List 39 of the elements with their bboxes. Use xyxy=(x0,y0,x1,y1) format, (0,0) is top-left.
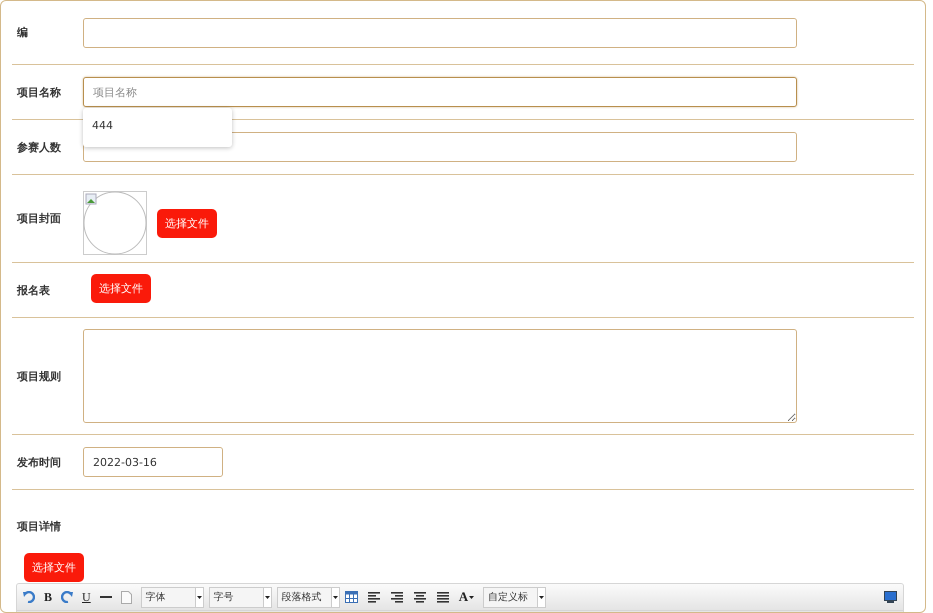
field-label: 报名表 xyxy=(16,282,51,298)
field-label: 项目详情 xyxy=(16,519,62,534)
field-label: 项目规则 xyxy=(16,368,62,384)
monitor-icon[interactable] xyxy=(884,591,897,603)
undo-icon[interactable] xyxy=(23,591,35,603)
redo-icon[interactable] xyxy=(61,591,74,603)
date-field[interactable]: 2022-03-16 xyxy=(83,447,223,477)
caret-icon[interactable] xyxy=(332,596,338,598)
font-color-button[interactable]: A xyxy=(458,589,468,605)
toolbar-dropdown[interactable]: 字体 xyxy=(140,586,204,608)
underline-button[interactable]: U xyxy=(82,590,91,604)
justify-icon[interactable] xyxy=(436,592,450,602)
text-field[interactable] xyxy=(83,18,797,48)
toolbar-dropdown[interactable]: 段落格式 xyxy=(276,586,340,608)
align-center-icon[interactable] xyxy=(412,592,427,602)
textarea-field[interactable] xyxy=(83,329,797,423)
choose-file-button[interactable]: 选择文件 xyxy=(91,274,151,303)
caret-icon[interactable] xyxy=(469,596,474,598)
field-label: 参赛人数 xyxy=(16,140,62,154)
text-field[interactable]: 项目名称 xyxy=(83,77,797,107)
field-label: 发布时间 xyxy=(16,454,62,470)
caret-icon[interactable] xyxy=(264,596,270,598)
choose-file-button[interactable]: 选择文件 xyxy=(24,553,84,582)
toolbar-dropdown[interactable]: 自定义标 xyxy=(483,586,546,608)
align-left-icon[interactable] xyxy=(366,592,381,602)
text-field[interactable] xyxy=(83,132,797,162)
field-label: 项目封面 xyxy=(16,211,62,226)
bold-button[interactable]: B xyxy=(44,590,52,604)
field-label: 项目名称 xyxy=(16,84,62,100)
caret-icon[interactable] xyxy=(196,596,202,598)
horizontal-rule-icon[interactable] xyxy=(100,596,112,598)
suggestion-item[interactable]: 444 xyxy=(83,116,232,135)
table-icon[interactable] xyxy=(344,591,358,603)
align-right-icon[interactable] xyxy=(390,592,404,602)
choose-file-button[interactable]: 选择文件 xyxy=(157,208,217,238)
toolbar-dropdown[interactable]: 字号 xyxy=(208,586,272,608)
field-label: 编 xyxy=(16,25,29,40)
broken-image-icon xyxy=(83,191,147,255)
caret-icon[interactable] xyxy=(539,596,544,598)
